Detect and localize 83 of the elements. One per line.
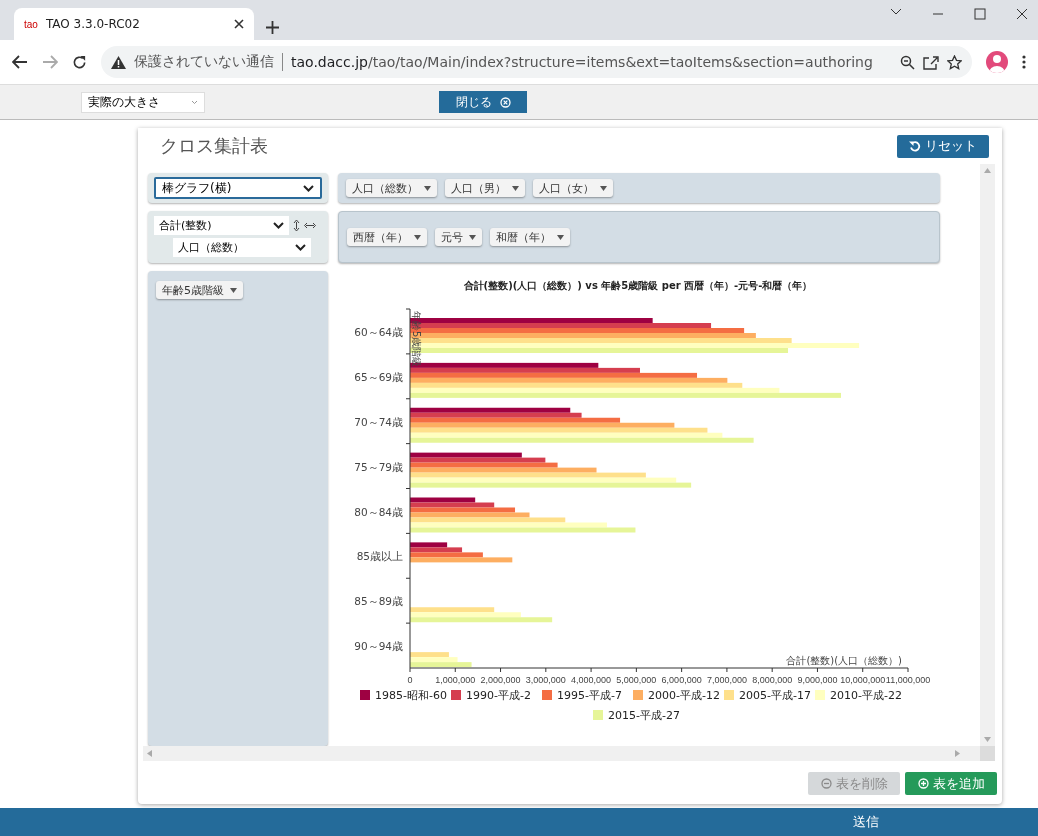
legend-label: 1985-昭和-60 [375,689,447,702]
chevron-down-icon [303,184,314,192]
tab-title: TAO 3.3.0-RC02 [45,17,141,31]
tick-label: 5,000,000 [616,675,657,685]
tick-label: 4,000,000 [571,675,612,685]
category-label: 70～74歳 [354,415,403,428]
tick-label: 8,000,000 [752,675,793,685]
legend-label: 1995-平成-7 [557,689,622,702]
x-axis-label: 合計(整数)(人口（総数）) [786,655,902,666]
tick-label: 2,000,000 [480,675,521,685]
tick-label: 3,000,000 [525,675,566,685]
tick-label: 0 [407,675,413,685]
caret-icon [230,287,237,293]
warning-icon [111,55,126,69]
legend-label: 2005-平成-17 [739,689,811,702]
dimension-pill[interactable]: 和暦（年） [490,228,570,246]
swap-vertical-icon[interactable] [293,220,300,231]
chevron-down-icon [295,244,306,251]
legend-label: 1990-平成-2 [466,689,531,702]
tick-label: 9,000,000 [797,675,838,685]
tab-logo: tao [24,18,38,30]
share-icon[interactable] [923,54,939,70]
address-bar[interactable]: 保護されていない通信 tao.dacc.jp/tao/tao/Main/index?structure=items&ext=taoItems&section=authoring [101,46,972,78]
chevron-down-icon [273,222,284,229]
browser-tab[interactable]: tao TAO 3.3.0-RC02 [14,8,254,40]
chart-title: 合計(整数)(人口（総数）) vs 年齢5歳階級 per 西暦（年）-元号-和暦（年） [463,280,813,291]
zoom-select[interactable]: 実際の大きさ [81,91,205,113]
maximize-icon[interactable] [974,8,986,20]
close-icon[interactable] [1016,8,1028,20]
menu-icon[interactable] [1022,55,1026,69]
new-tab-icon[interactable] [266,21,279,34]
tick-label: 10,000,000 [840,675,886,685]
caret-icon [557,234,564,240]
caret-icon [424,185,431,191]
column-pill[interactable]: 人口（女） [533,179,613,197]
caret-icon [469,234,476,240]
caret-icon [512,185,519,191]
chart-type-select[interactable]: 棒グラフ(横) [154,177,322,199]
reload-icon[interactable] [72,54,87,70]
category-label: 85～89歳 [354,595,403,608]
category-label: 90～94歳 [354,640,403,653]
column-pill[interactable]: 人口（総数） [346,179,437,197]
measure-select[interactable]: 合計(整数) [154,216,289,235]
legend-label: 2015-平成-27 [608,709,680,722]
star-icon[interactable] [947,54,962,70]
chevron-down-icon [191,99,198,105]
swap-horizontal-icon[interactable] [304,222,316,229]
close-circle-icon [499,96,511,108]
tick-label: 1,000,000 [435,675,476,685]
category-label: 60～64歳 [354,326,403,338]
category-label: 65～69歳 [354,370,403,383]
tick-label: 6,000,000 [661,675,702,685]
category-label: 75～79歳 [354,460,403,473]
caret-icon [414,234,421,240]
category-label: 85歳以上 [356,550,403,563]
tick-label: 7,000,000 [706,675,747,685]
scrollbar-corner [980,746,995,761]
close-button[interactable]: 閉じる [439,91,527,113]
add-table-button[interactable]: 表を追加 [905,772,997,795]
tick-label: 11,000,000 [885,675,931,685]
column-pill[interactable]: 人口（男） [445,179,525,197]
chevron-down-icon[interactable] [890,8,902,16]
y-axis-label: 年齢5歳階級 [411,311,422,368]
category-label: 80～84歳 [354,505,403,518]
minus-circle-icon [820,778,832,789]
undo-icon [909,140,921,152]
caret-icon [600,185,607,191]
legend-label: 2010-平成-22 [830,689,902,702]
security-warning: 保護されていない通信 [134,53,274,71]
dimension-pill[interactable]: 西暦（年） [347,228,427,246]
dimension-pill[interactable]: 元号 [435,228,482,246]
profile-avatar[interactable] [986,51,1008,73]
plus-circle-icon [917,778,929,789]
url-text: tao.dacc.jp/tao/tao/Main/index?structure=items&ext=taoItems&section=authoring [291,54,873,70]
zoom-icon[interactable] [900,54,915,70]
field-select[interactable]: 人口（総数） [173,238,311,257]
reset-button[interactable]: リセット [897,134,989,158]
row-pill[interactable]: 年齢5歳階級 [156,281,243,299]
back-icon[interactable] [12,55,28,69]
close-icon[interactable] [234,19,244,29]
widget-title: クロス集計表 [160,134,268,158]
submit-button[interactable]: 送信 [853,813,879,831]
legend-label: 2000-平成-12 [648,689,720,702]
